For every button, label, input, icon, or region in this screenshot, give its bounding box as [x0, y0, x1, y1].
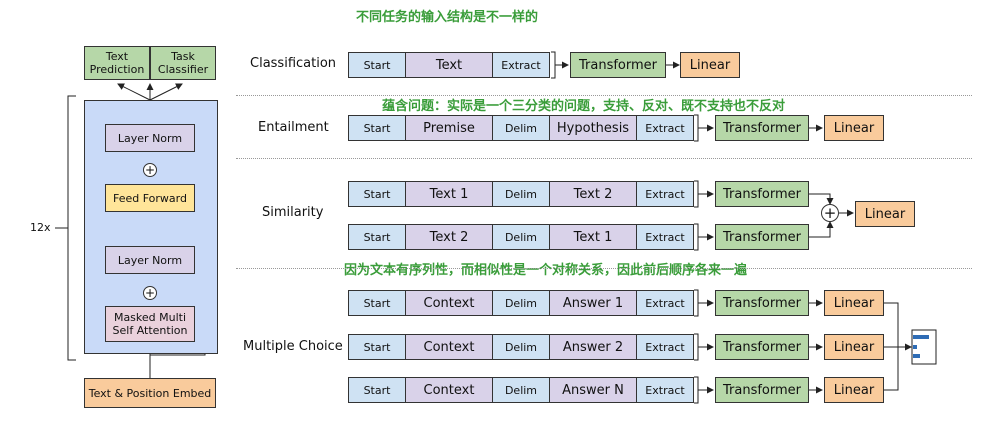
add-circle-top: + — [143, 163, 157, 177]
masked-self-attention: Masked Multi Self Attention — [105, 306, 195, 342]
layer-norm-bottom: Layer Norm — [105, 246, 195, 274]
task-label-similarity: Similarity — [262, 205, 324, 220]
feed-forward: Feed Forward — [105, 184, 195, 212]
add-circle-bottom: + — [143, 286, 157, 300]
token-premise: Premise — [405, 115, 493, 141]
token-text-2: Text 2 — [549, 181, 637, 207]
transformer-block: Transformer — [715, 334, 809, 360]
token-context: Context — [405, 334, 493, 360]
token-text-1: Text 1 — [405, 181, 493, 207]
token-answer-2: Answer 2 — [549, 334, 637, 360]
token-delim: Delim — [492, 334, 550, 360]
linear-block: Linear — [824, 290, 884, 316]
add-circle: + — [821, 204, 839, 222]
token-extract: Extract — [636, 334, 694, 360]
repeat-label: 12x — [30, 221, 51, 234]
linear-block: Linear — [855, 201, 915, 227]
transformer-block: Transformer — [715, 115, 809, 141]
token-delim: Delim — [492, 224, 550, 250]
transformer-block: Transformer — [570, 52, 666, 78]
layer-norm-top: Layer Norm — [105, 124, 195, 152]
token-start: Start — [348, 334, 406, 360]
softmax-icon — [911, 329, 937, 365]
token-start: Start — [348, 52, 406, 78]
token-hypothesis: Hypothesis — [549, 115, 637, 141]
text-prediction-head: Text Prediction — [84, 46, 150, 80]
token-extract: Extract — [636, 290, 694, 316]
linear-block: Linear — [824, 377, 884, 403]
token-delim: Delim — [492, 377, 550, 403]
task-label-multiple-choice: Multiple Choice — [243, 339, 343, 354]
note-input-structure: 不同任务的输入结构是不一样的 — [356, 10, 539, 25]
transformer-block: Transformer — [715, 224, 809, 250]
separator-3 — [236, 268, 972, 269]
note-entailment: 蕴含问题：实际是一个三分类的问题，支持、反对、既不支持也不反对 — [382, 99, 786, 114]
transformer-block: Transformer — [715, 181, 809, 207]
token-context: Context — [405, 377, 493, 403]
transformer-block: Transformer — [715, 290, 809, 316]
token-start: Start — [348, 290, 406, 316]
linear-block: Linear — [824, 334, 884, 360]
token-extract: Extract — [636, 377, 694, 403]
token-extract: Extract — [636, 224, 694, 250]
token-delim: Delim — [492, 115, 550, 141]
token-delim: Delim — [492, 181, 550, 207]
token-extract: Extract — [636, 115, 694, 141]
task-label-entailment: Entailment — [258, 120, 329, 135]
token-answer-1: Answer 1 — [549, 290, 637, 316]
token-text-1: Text 1 — [549, 224, 637, 250]
linear-block: Linear — [680, 52, 740, 78]
token-context: Context — [405, 290, 493, 316]
token-start: Start — [348, 115, 406, 141]
token-text-2: Text 2 — [405, 224, 493, 250]
separator-2 — [236, 158, 972, 159]
token-delim: Delim — [492, 290, 550, 316]
token-extract: Extract — [492, 52, 550, 78]
token-start: Start — [348, 224, 406, 250]
text-position-embed: Text & Position Embed — [84, 378, 216, 408]
separator-1 — [236, 95, 972, 96]
linear-block: Linear — [824, 115, 884, 141]
token-answer-n: Answer N — [549, 377, 637, 403]
transformer-block: Transformer — [715, 377, 809, 403]
token-extract: Extract — [636, 181, 694, 207]
task-label-classification: Classification — [250, 56, 337, 71]
token-text: Text — [405, 52, 493, 78]
token-start: Start — [348, 181, 406, 207]
task-classifier-head: Task Classifier — [150, 46, 216, 80]
token-start: Start — [348, 377, 406, 403]
